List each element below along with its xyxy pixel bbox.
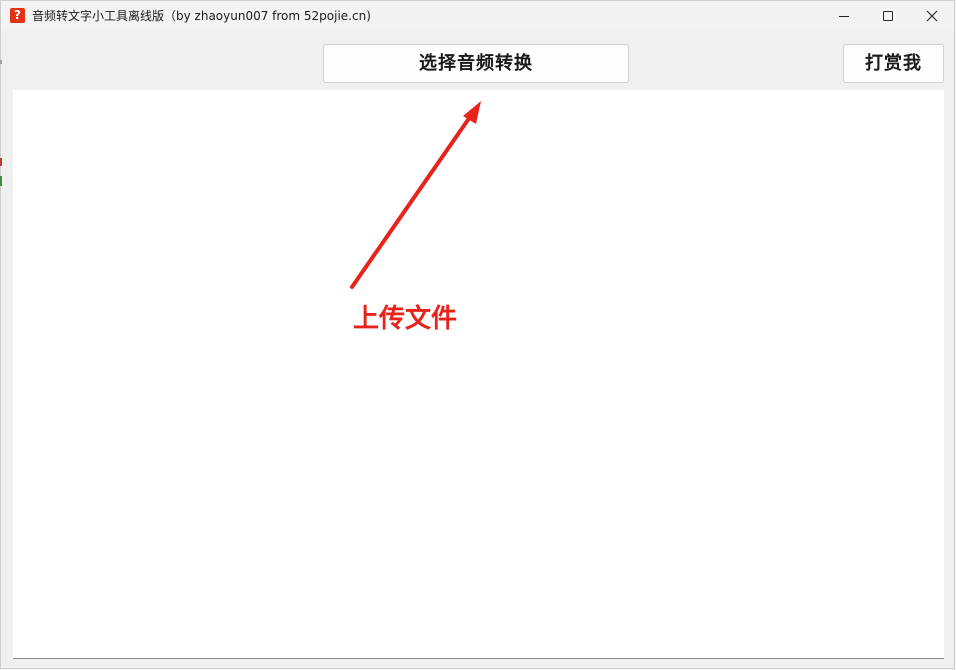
minimize-icon <box>839 16 849 17</box>
maximize-icon <box>883 11 893 21</box>
close-icon <box>926 10 938 22</box>
app-icon: ? <box>10 8 25 23</box>
title-bar[interactable]: ? 音频转文字小工具离线版（by zhaoyun007 from 52pojie… <box>1 1 954 31</box>
tip-button[interactable]: 打赏我 <box>843 44 944 83</box>
app-window: ? 音频转文字小工具离线版（by zhaoyun007 from 52pojie… <box>0 0 955 669</box>
window-title: 音频转文字小工具离线版（by zhaoyun007 from 52pojie.c… <box>32 9 371 23</box>
minimize-button[interactable] <box>821 1 867 31</box>
edge-marks <box>0 60 2 186</box>
annotation-label: 上传文件 <box>353 304 458 334</box>
maximize-button[interactable] <box>865 1 911 31</box>
select-audio-button[interactable]: 选择音频转换 <box>323 44 629 83</box>
close-button[interactable] <box>909 1 955 31</box>
transcript-text-area[interactable] <box>13 90 944 659</box>
